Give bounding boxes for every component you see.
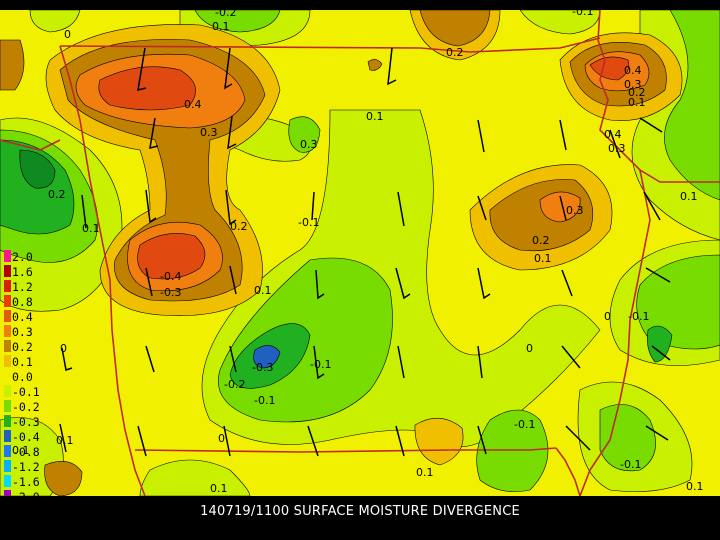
contour-label: -0.1 <box>310 358 331 371</box>
legend-swatch <box>4 280 11 292</box>
map-title: 140719/1100 SURFACE MOISTURE DIVERGENCE <box>200 504 520 519</box>
contour-label: 0 <box>60 342 67 355</box>
legend-swatch <box>4 460 11 472</box>
legend-swatch <box>4 310 11 322</box>
contour-label: 0.2 <box>446 46 464 59</box>
contour-label: 0.4 <box>624 64 642 77</box>
legend-label: -0.1 <box>12 385 40 399</box>
contour-label: 0.3 <box>200 126 218 139</box>
contour-label: -0.1 <box>572 10 593 18</box>
legend-label: 1.6 <box>12 265 33 279</box>
legend-swatch <box>4 385 11 397</box>
contour-label: -0.1 <box>514 418 535 431</box>
contour-label: -0.4 <box>160 270 181 283</box>
contour-label: -0.2 <box>224 378 245 391</box>
legend-swatch <box>4 340 11 352</box>
contour-label: -0.1 <box>298 216 319 229</box>
weather-map-display: -0.2 0.1 0 0.2 0.4 0.3 0.1 0.2 0.1 0.2 -… <box>0 0 720 540</box>
legend-label: 2.0 <box>12 250 33 264</box>
legend-label: 0.3 <box>12 325 33 339</box>
contour-label: 0.3 <box>608 142 626 155</box>
legend-label: -0.3 <box>12 415 40 429</box>
legend-label: 0.8 <box>12 295 33 309</box>
legend-swatch <box>4 355 11 367</box>
color-legend: 2.0 1.6 1.2 0.8 0.4 0.3 0.2 0.1 0.0 -0.1 -0.2 -0.3-… <box>0 244 44 514</box>
contour-label: 0.1 <box>534 252 552 265</box>
legend-label: 0.1 <box>12 355 33 369</box>
legend-swatch <box>4 400 11 412</box>
legend-swatch <box>4 445 11 457</box>
divergence-map: -0.2 0.1 0 0.2 0.4 0.3 0.1 0.2 0.1 0.2 -… <box>0 10 720 496</box>
contour-label: 0 <box>64 28 71 41</box>
contour-label: 0.4 <box>184 98 202 111</box>
legend-swatch <box>4 415 11 427</box>
contour-label: 0.1 <box>212 20 230 33</box>
legend-label: -1.6 <box>12 475 40 489</box>
contour-label: 0 <box>526 342 533 355</box>
legend-swatch <box>4 370 11 382</box>
contour-label: 0.2 <box>48 188 66 201</box>
contour-label: 0.3 <box>300 138 318 151</box>
top-border <box>0 0 720 10</box>
legend-swatch <box>4 475 11 487</box>
contour-label: -0.1 <box>620 458 641 471</box>
contour-label: 0.1 <box>628 96 646 109</box>
legend-label: -1.2 <box>12 460 40 474</box>
legend-swatch <box>4 325 11 337</box>
contour-label: 0.2 <box>230 220 248 233</box>
legend-swatch <box>4 295 11 307</box>
contour-label: -0.1 <box>254 394 275 407</box>
contour-label: 0.1 <box>416 466 434 479</box>
contour-label: 0.4 <box>604 128 622 141</box>
contour-label: 0 <box>218 432 225 445</box>
contour-label: -0.3 <box>252 361 273 374</box>
legend-label: -0.4 <box>12 430 40 444</box>
contour-label: 0.1 <box>210 482 228 495</box>
contour-label: 0.1 <box>82 222 100 235</box>
caption-bar: 140719/1100 SURFACE MOISTURE DIVERGENCE <box>0 496 720 540</box>
legend-label: 0.4 <box>12 310 33 324</box>
legend-label: 0.0 <box>12 370 33 384</box>
contour-label: 0.1 <box>254 284 272 297</box>
contour-label: 0.1 <box>680 190 698 203</box>
legend-label: -0.2 <box>12 400 40 414</box>
legend-label: 0.2 <box>12 340 33 354</box>
contour-label: -0.2 <box>215 10 236 19</box>
contour-label: 0.2 <box>532 234 550 247</box>
contour-label: 0.1 <box>686 480 704 493</box>
contour-label: 0.3 <box>566 204 584 217</box>
contour-label: -0.3 <box>160 286 181 299</box>
legend-swatch <box>4 250 11 262</box>
contour-label: 0.1 <box>56 434 74 447</box>
legend-label: -0.8 <box>12 445 40 459</box>
legend-swatch <box>4 265 11 277</box>
legend-swatch <box>4 430 11 442</box>
legend-label: 1.2 <box>12 280 33 294</box>
contour-label: -0.1 <box>628 310 649 323</box>
contour-label: 0 <box>604 310 611 323</box>
contour-label: 0.1 <box>366 110 384 123</box>
